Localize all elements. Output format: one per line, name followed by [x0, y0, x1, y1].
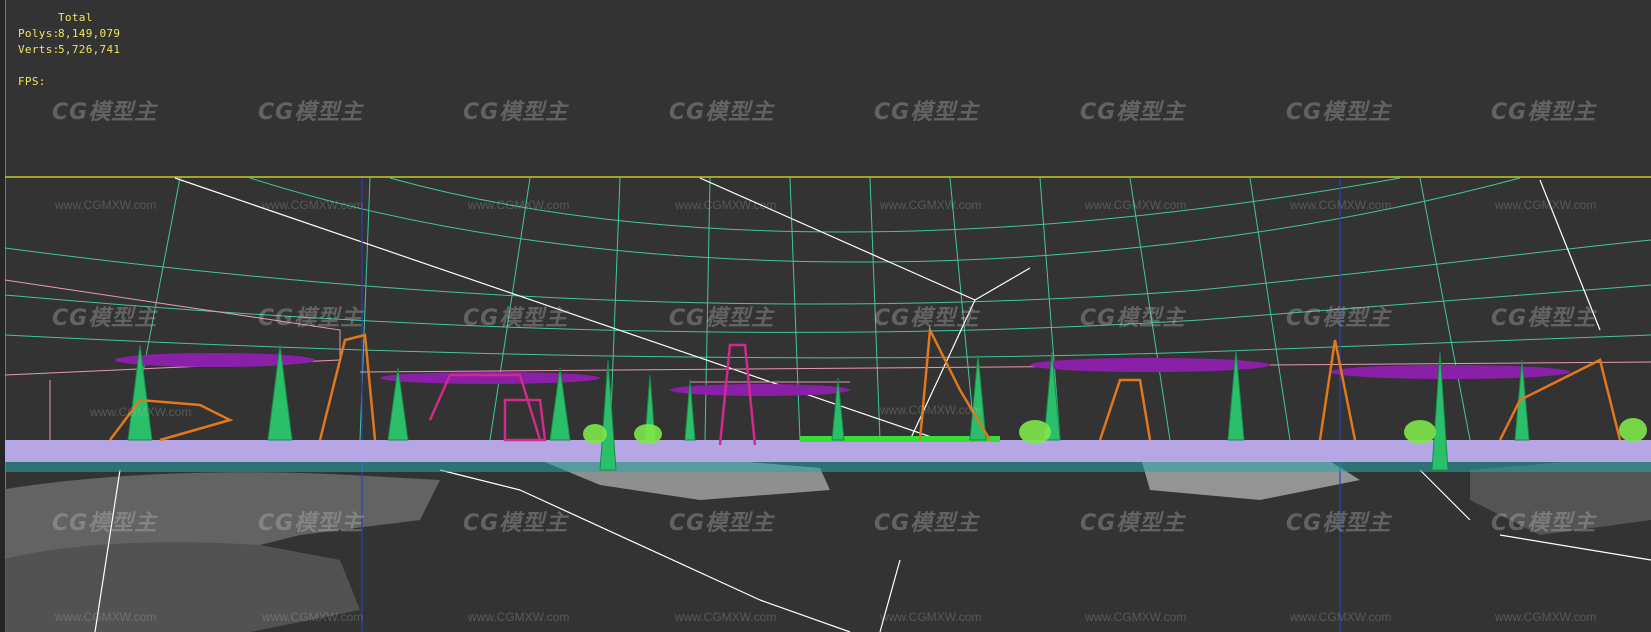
watermark-url: www.CGMXW.com — [1085, 610, 1187, 624]
watermark-logo: CG模型主 — [669, 306, 775, 331]
viewport[interactable]: CG模型主 CG模型主 CG模型主 CG模型主 CG模型主 CG模型主 CG模型… — [0, 0, 1651, 632]
watermark-logo: CG模型主 — [1491, 306, 1597, 331]
watermark-logo: CG模型主 — [463, 306, 569, 331]
watermark-logo: CG模型主 — [1286, 306, 1392, 331]
blue-lines — [361, 178, 1341, 632]
watermark-url: www.CGMXW.com — [675, 610, 777, 624]
watermark-logo: CG模型主 — [874, 511, 980, 536]
watermark-url: www.CGMXW.com — [55, 198, 157, 212]
watermark-logo: CG模型主 — [52, 306, 158, 331]
watermark-url: www.CGMXW.com — [880, 198, 982, 212]
viewport-left-edge — [0, 0, 5, 632]
scene-canvas[interactable] — [0, 0, 1651, 632]
watermark-url: www.CGMXW.com — [262, 198, 364, 212]
stats-heading: Total — [58, 11, 93, 24]
watermark-logo: CG模型主 — [258, 511, 364, 536]
watermark-url: www.CGMXW.com — [1495, 610, 1597, 624]
fps-label: FPS: — [18, 75, 46, 88]
ground-mesh — [0, 455, 1651, 632]
watermark-url: www.CGMXW.com — [880, 610, 982, 624]
cranes — [109, 325, 1622, 442]
watermark-logo: CG模型主 — [463, 100, 569, 125]
watermark-url: www.CGMXW.com — [1290, 198, 1392, 212]
watermark-url: www.CGMXW.com — [1290, 610, 1392, 624]
polys-value: 8,149,079 — [58, 27, 121, 40]
watermark-logo: CG模型主 — [1080, 100, 1186, 125]
watermark-logo: CG模型主 — [1491, 511, 1597, 536]
watermark-url: www.CGMXW.com — [262, 610, 364, 624]
watermark-url: www.CGMXW.com — [468, 198, 570, 212]
watermark-logo: CG模型主 — [1080, 306, 1186, 331]
watermark-url: www.CGMXW.com — [1495, 198, 1597, 212]
verts-label: Verts: — [18, 43, 60, 56]
watermark-logo: CG模型主 — [1080, 511, 1186, 536]
watermark-url: www.CGMXW.com — [880, 403, 982, 417]
watermark-logo: CG模型主 — [1286, 511, 1392, 536]
watermark-logo: CG模型主 — [52, 511, 158, 536]
watermark-logo: CG模型主 — [258, 306, 364, 331]
watermark-logo: CG模型主 — [1491, 100, 1597, 125]
watermark-logo: CG模型主 — [1286, 100, 1392, 125]
watermark-url: www.CGMXW.com — [90, 405, 192, 419]
polys-label: Polys: — [18, 27, 60, 40]
verts-value: 5,726,741 — [58, 43, 121, 56]
watermark-url: www.CGMXW.com — [1085, 198, 1187, 212]
watermark-url: www.CGMXW.com — [468, 610, 570, 624]
viewport-statistics: Total Polys: 8,149,079 Verts: 5,726,741 FP… — [18, 10, 120, 90]
grid-lines — [4, 177, 1651, 441]
watermark-logo: CG模型主 — [874, 306, 980, 331]
watermark-logo: CG模型主 — [52, 100, 158, 125]
watermark-logo: CG模型主 — [258, 100, 364, 125]
dock-strip — [0, 436, 1651, 472]
watermark-logo: CG模型主 — [669, 511, 775, 536]
watermark-url: www.CGMXW.com — [55, 610, 157, 624]
watermark-logo: CG模型主 — [669, 100, 775, 125]
watermark-logo: CG模型主 — [463, 511, 569, 536]
watermark-logo: CG模型主 — [874, 100, 980, 125]
watermark-url: www.CGMXW.com — [675, 198, 777, 212]
